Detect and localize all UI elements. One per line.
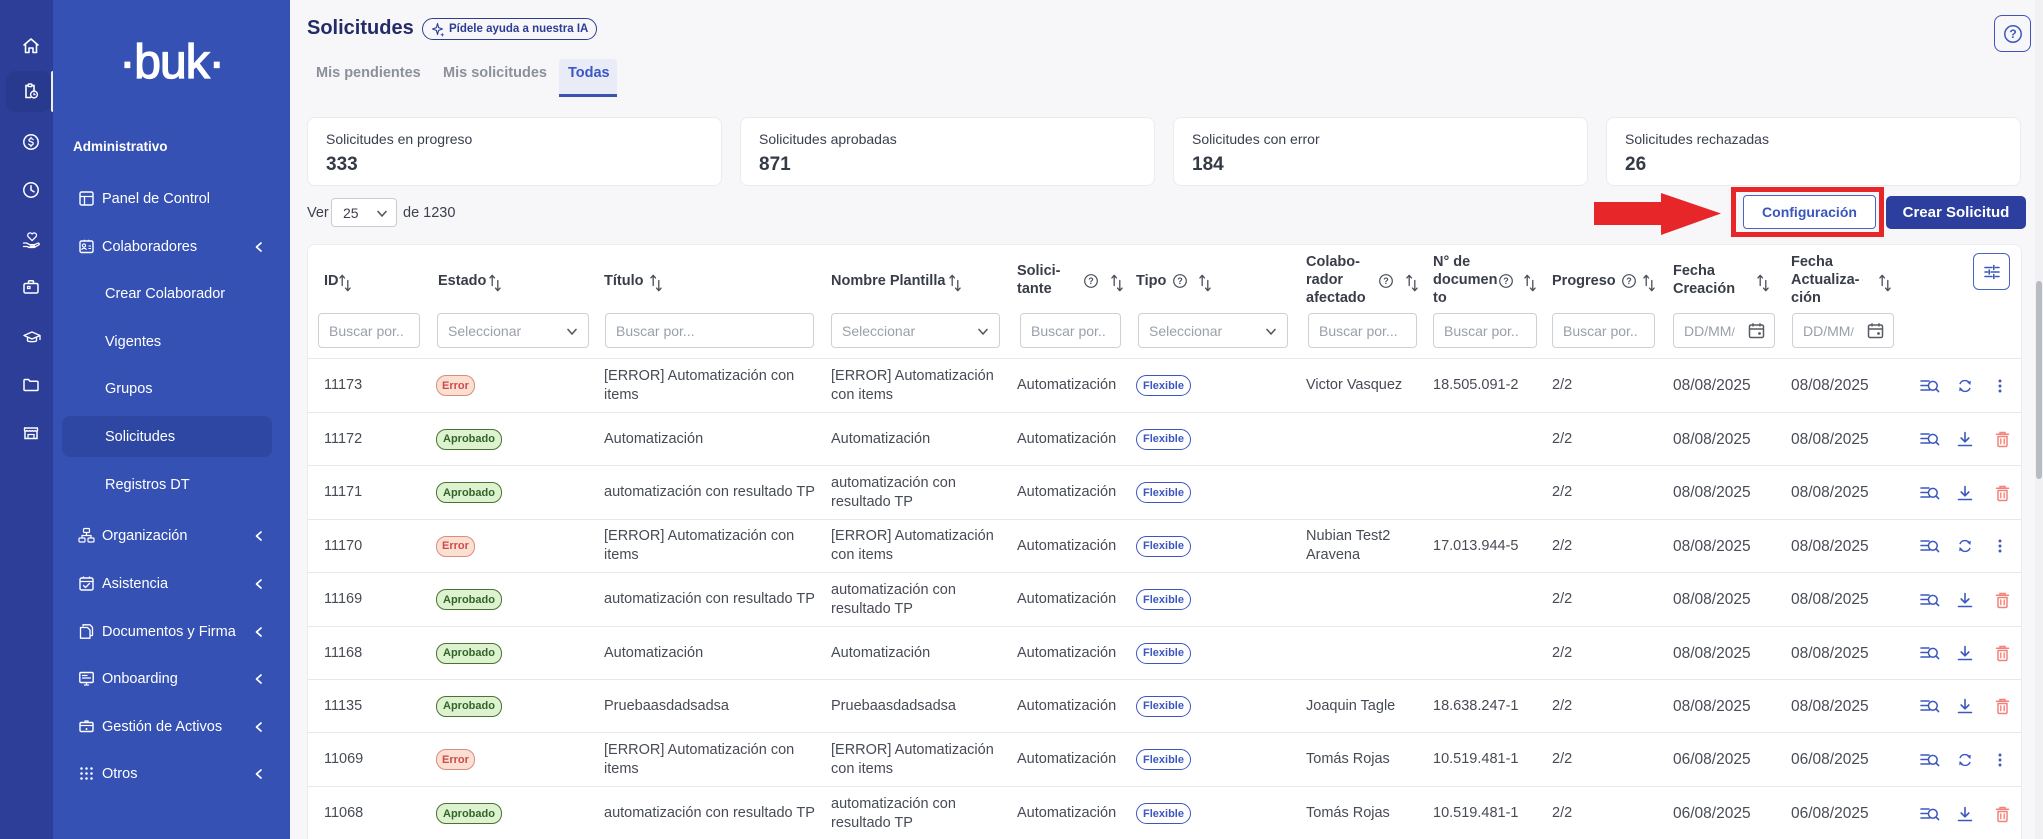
svg-text:?: ?	[1383, 276, 1389, 286]
svg-text:?: ?	[1177, 276, 1183, 286]
svg-text:?: ?	[1626, 276, 1632, 286]
svg-text:?: ?	[1088, 276, 1094, 286]
svg-text:?: ?	[1503, 276, 1509, 286]
svg-text:?: ?	[2009, 27, 2016, 41]
